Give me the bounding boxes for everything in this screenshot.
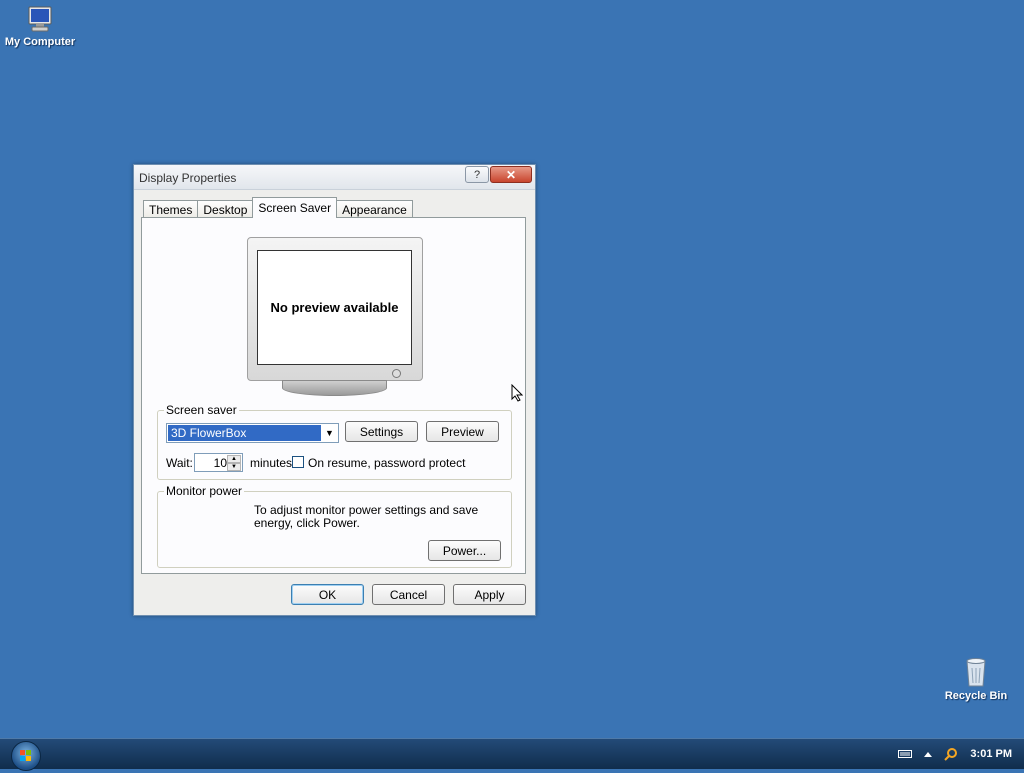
tab-screen-saver[interactable]: Screen Saver (252, 197, 338, 218)
wait-minutes-stepper[interactable]: 10 ▲ ▼ (194, 453, 243, 472)
screen-saver-group-label: Screen saver (164, 403, 239, 417)
window-title: Display Properties (139, 171, 237, 185)
system-tray: 3:01 PM (898, 739, 1024, 769)
preview-button[interactable]: Preview (426, 421, 499, 442)
power-led-icon (392, 369, 401, 378)
desktop-icon-recycle-bin[interactable]: Recycle Bin (944, 656, 1008, 702)
desktop-icon-label: My Computer (4, 36, 76, 48)
chevron-down-icon[interactable]: ▼ (322, 425, 337, 441)
clock[interactable]: 3:01 PM (970, 748, 1012, 760)
keyboard-icon[interactable] (898, 749, 913, 759)
tab-strip: Themes Desktop Screen Saver Appearance (143, 197, 413, 218)
minutes-label: minutes (250, 456, 293, 470)
help-button[interactable]: ? (465, 166, 489, 183)
taskbar: 3:01 PM (0, 738, 1024, 771)
tab-appearance[interactable]: Appearance (336, 200, 413, 218)
screen-saver-panel: No preview available Screen saver 3D Flo… (141, 217, 526, 574)
title-bar[interactable]: Display Properties ? ✕ (134, 165, 535, 190)
mouse-cursor-icon (511, 384, 523, 402)
screen-saver-select[interactable]: 3D FlowerBox ▼ (166, 423, 339, 443)
desktop-icon-label: Recycle Bin (944, 690, 1008, 702)
power-button[interactable]: Power... (428, 540, 501, 561)
wait-minutes-value[interactable]: 10 (195, 455, 227, 471)
tab-desktop[interactable]: Desktop (197, 200, 254, 218)
apply-button[interactable]: Apply (453, 584, 526, 605)
my-computer-icon (28, 6, 52, 32)
password-protect-label[interactable]: On resume, password protect (308, 456, 465, 470)
windows-logo-icon (20, 750, 31, 761)
tab-themes[interactable]: Themes (143, 200, 199, 218)
wait-label: Wait: (166, 456, 193, 470)
close-button[interactable]: ✕ (490, 166, 532, 183)
show-hidden-icons-icon[interactable] (924, 751, 933, 757)
start-button[interactable] (11, 741, 41, 771)
display-properties-dialog: Display Properties ? ✕ Themes Desktop Sc… (133, 164, 536, 616)
monitor-preview: No preview available (247, 237, 423, 397)
monitor-power-description: To adjust monitor power settings and sav… (254, 503, 479, 530)
selected-screen-saver: 3D FlowerBox (168, 425, 321, 441)
desktop-icon-my-computer[interactable]: My Computer (4, 4, 76, 48)
password-protect-checkbox[interactable] (292, 456, 304, 468)
recycle-bin-icon (966, 658, 986, 687)
cancel-button[interactable]: Cancel (372, 584, 445, 605)
search-icon[interactable] (944, 747, 958, 761)
settings-button[interactable]: Settings (345, 421, 418, 442)
monitor-power-group-label: Monitor power (164, 484, 245, 498)
spin-up-icon[interactable]: ▲ (227, 455, 241, 463)
preview-screen: No preview available (257, 250, 412, 365)
spin-down-icon[interactable]: ▼ (227, 463, 241, 471)
monitor-stand (282, 380, 387, 396)
ok-button[interactable]: OK (291, 584, 364, 605)
